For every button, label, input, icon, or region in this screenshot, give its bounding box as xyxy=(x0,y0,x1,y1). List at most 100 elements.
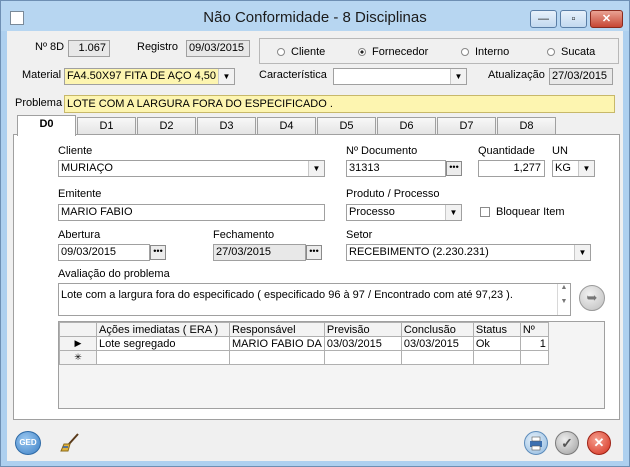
table-cell[interactable]: MARIO FABIO DA xyxy=(229,336,325,351)
title-bar[interactable]: Não Conformidade - 8 Disciplinas — ▫ ✕ xyxy=(1,1,629,31)
avaliacao-label: Avaliação do problema xyxy=(58,268,170,280)
n8d-field: 1.067 xyxy=(68,40,110,57)
chevron-down-icon[interactable]: ▼ xyxy=(574,245,590,260)
table-cell[interactable]: 1 xyxy=(519,336,549,351)
form-area: Nº 8D 1.067 Registro 09/03/2015 Cliente … xyxy=(7,31,623,461)
new-row-icon: ✳ xyxy=(59,350,97,365)
checkbox-box[interactable] xyxy=(480,207,490,217)
cliente-value: MURIAÇO xyxy=(61,162,113,174)
table-header-row: Ações imediatas ( ERA ) Responsável Prev… xyxy=(59,322,549,337)
emitente-label: Emitente xyxy=(58,188,102,200)
radio-dot xyxy=(547,48,555,56)
caracteristica-select[interactable]: ▼ xyxy=(333,68,467,85)
radio-dot xyxy=(277,48,285,56)
current-row-icon: ▶ xyxy=(59,336,97,351)
radio-interno[interactable]: Interno xyxy=(461,46,509,58)
tab-d2[interactable]: D2 xyxy=(137,117,196,135)
ged-icon[interactable]: GED xyxy=(15,431,41,455)
un-label: UN xyxy=(552,145,568,157)
setor-select[interactable]: RECEBIMENTO (2.230.231) ▼ xyxy=(346,244,591,261)
check-icon[interactable]: ✓ xyxy=(555,431,579,455)
main-window: Não Conformidade - 8 Disciplinas — ▫ ✕ N… xyxy=(0,0,630,467)
table-cell[interactable]: 03/03/2015 xyxy=(323,336,402,351)
radio-fornecedor-label: Fornecedor xyxy=(372,46,429,58)
table-cell[interactable] xyxy=(519,350,549,365)
table-new-row[interactable]: ✳ xyxy=(59,350,549,365)
column-header[interactable]: Ações imediatas ( ERA ) xyxy=(96,322,230,337)
abertura-field[interactable]: 09/03/2015 xyxy=(58,244,150,261)
tab-d0[interactable]: D0 xyxy=(17,115,76,136)
radio-sucata[interactable]: Sucata xyxy=(547,46,595,58)
chevron-down-icon[interactable]: ▼ xyxy=(308,161,324,176)
emitente-field[interactable]: MARIO FABIO xyxy=(58,204,325,221)
registro-field: 09/03/2015 xyxy=(186,40,250,57)
tab-d3[interactable]: D3 xyxy=(197,117,256,135)
cliente-label: Cliente xyxy=(58,145,93,157)
quantidade-field[interactable]: 1,277 xyxy=(478,160,545,177)
radio-cliente[interactable]: Cliente xyxy=(277,46,325,58)
tab-d1[interactable]: D1 xyxy=(77,117,136,135)
close-button[interactable]: ✕ xyxy=(590,10,623,28)
table-cell[interactable] xyxy=(323,350,402,365)
tab-d4[interactable]: D4 xyxy=(257,117,316,135)
problema-label: Problema xyxy=(15,97,63,109)
radio-sucata-label: Sucata xyxy=(561,46,596,58)
table-row[interactable]: ▶ Lote segregado MARIO FABIO DA 03/03/20… xyxy=(59,336,549,351)
radio-fornecedor[interactable]: Fornecedor xyxy=(358,46,428,58)
ged-label: GED xyxy=(19,438,37,447)
un-value: KG xyxy=(555,162,571,174)
table-cell[interactable] xyxy=(96,350,230,365)
material-select[interactable]: FA4.50X97 FITA DE AÇO 4,50 ▼ xyxy=(64,68,235,85)
abertura-calendar-button[interactable]: ••• xyxy=(150,245,166,260)
bloquear-checkbox[interactable]: Bloquear Item xyxy=(480,206,564,218)
table-cell[interactable] xyxy=(472,350,521,365)
radio-dot xyxy=(461,48,469,56)
maximize-button[interactable]: ▫ xyxy=(560,10,587,28)
actions-table: Ações imediatas ( ERA ) Responsável Prev… xyxy=(58,321,605,409)
table-cell[interactable]: Ok xyxy=(472,336,521,351)
memo-scrollbar[interactable]: ▲ ▼ xyxy=(557,284,570,315)
documento-field[interactable]: 31313 xyxy=(346,160,446,177)
fechamento-label: Fechamento xyxy=(213,229,275,241)
avaliacao-textarea[interactable]: Lote com a largura fora do especificado … xyxy=(58,283,571,316)
cancel-icon[interactable]: ✕ xyxy=(587,431,611,455)
table-cell[interactable] xyxy=(400,350,474,365)
tab-d6[interactable]: D6 xyxy=(377,117,436,135)
documento-lookup-button[interactable]: ••• xyxy=(446,161,462,176)
un-select[interactable]: KG ▼ xyxy=(552,160,595,177)
problema-field[interactable]: LOTE COM A LARGURA FORA DO ESPECIFICADO … xyxy=(64,95,615,113)
send-icon[interactable]: ➥ xyxy=(579,285,605,311)
broom-svg xyxy=(60,433,79,452)
bloquear-label: Bloquear Item xyxy=(496,206,565,218)
broom-icon[interactable] xyxy=(57,431,83,455)
minimize-button[interactable]: — xyxy=(530,10,557,28)
n8d-label: Nº 8D xyxy=(35,41,65,53)
produto-select[interactable]: Processo ▼ xyxy=(346,204,462,221)
tab-d8[interactable]: D8 xyxy=(497,117,556,135)
table-cell[interactable]: Lote segregado xyxy=(96,336,230,351)
atualizacao-label: Atualização xyxy=(488,69,545,81)
setor-value: RECEBIMENTO (2.230.231) xyxy=(349,246,489,258)
chevron-down-icon[interactable]: ▼ xyxy=(218,69,234,84)
atualizacao-field: 27/03/2015 xyxy=(549,68,613,85)
chevron-down-icon[interactable]: ▼ xyxy=(578,161,594,176)
column-header[interactable]: Nº xyxy=(519,322,549,337)
fechamento-calendar-button[interactable]: ••• xyxy=(306,245,322,260)
chevron-down-icon[interactable]: ▼ xyxy=(445,205,461,220)
setor-label: Setor xyxy=(346,229,373,241)
column-header[interactable]: Status xyxy=(472,322,521,337)
column-header[interactable]: Previsão xyxy=(323,322,402,337)
produto-label: Produto / Processo xyxy=(346,188,440,200)
column-header[interactable]: Responsável xyxy=(229,322,325,337)
tab-d5[interactable]: D5 xyxy=(317,117,376,135)
table-cell[interactable] xyxy=(229,350,325,365)
documento-label: Nº Documento xyxy=(346,145,418,157)
tab-d7[interactable]: D7 xyxy=(437,117,496,135)
column-header[interactable]: Conclusão xyxy=(400,322,474,337)
chevron-down-icon[interactable]: ▼ xyxy=(450,69,466,84)
origin-radio-group: Cliente Fornecedor Interno Sucata xyxy=(259,38,619,64)
registro-label: Registro xyxy=(137,41,178,53)
cliente-select[interactable]: MURIAÇO ▼ xyxy=(58,160,325,177)
table-cell[interactable]: 03/03/2015 xyxy=(400,336,474,351)
print-icon[interactable] xyxy=(524,431,548,455)
